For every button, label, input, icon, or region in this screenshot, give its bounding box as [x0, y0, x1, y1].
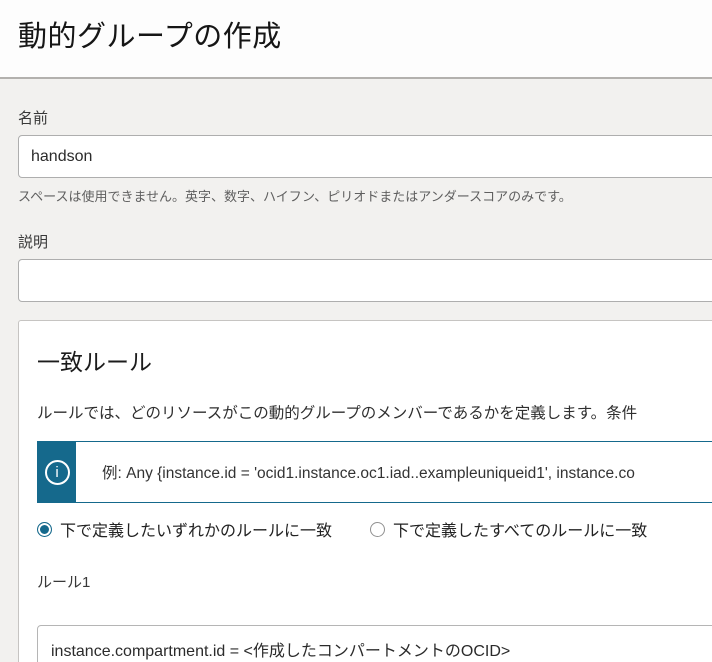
matching-rules-intro: ルールでは、どのリソースがこの動的グループのメンバーであるかを定義します。条件 — [37, 401, 712, 423]
radio-match-any-label: 下で定義したいずれかのルールに一致 — [60, 517, 332, 541]
description-input[interactable] — [18, 259, 712, 302]
info-icon-box: i — [38, 442, 76, 502]
name-helper-text: スペースは使用できません。英字、数字、ハイフン、ピリオドまたはアンダースコアのみ… — [18, 186, 712, 205]
matching-rules-heading: 一致ルール — [37, 343, 712, 377]
page-title: 動的グループの作成 — [18, 13, 712, 55]
name-input[interactable] — [18, 135, 712, 178]
radio-match-all-rules[interactable]: 下で定義したすべてのルールに一致 — [370, 517, 647, 541]
radio-unselected-icon[interactable] — [370, 522, 385, 537]
name-field-label: 名前 — [18, 79, 712, 128]
create-dynamic-group-form: 名前 スペースは使用できません。英字、数字、ハイフン、ピリオドまたはアンダースコ… — [0, 79, 712, 662]
info-banner: i 例: Any {instance.id = 'ocid1.instance.… — [37, 441, 712, 503]
info-icon: i — [45, 460, 70, 485]
rule1-input[interactable] — [37, 625, 712, 662]
radio-match-all-label: 下で定義したすべてのルールに一致 — [393, 517, 647, 541]
radio-match-any-rule[interactable]: 下で定義したいずれかのルールに一致 — [37, 517, 332, 541]
rule1-label: ルール1 — [37, 571, 712, 592]
radio-selected-icon[interactable] — [37, 522, 52, 537]
info-banner-text: 例: Any {instance.id = 'ocid1.instance.oc… — [76, 442, 712, 502]
match-mode-radio-group: 下で定義したいずれかのルールに一致 下で定義したすべてのルールに一致 — [37, 517, 712, 541]
page-header: 動的グループの作成 — [0, 0, 712, 79]
matching-rules-card: 一致ルール ルールでは、どのリソースがこの動的グループのメンバーであるかを定義し… — [18, 320, 712, 662]
description-field-label: 説明 — [18, 231, 712, 252]
